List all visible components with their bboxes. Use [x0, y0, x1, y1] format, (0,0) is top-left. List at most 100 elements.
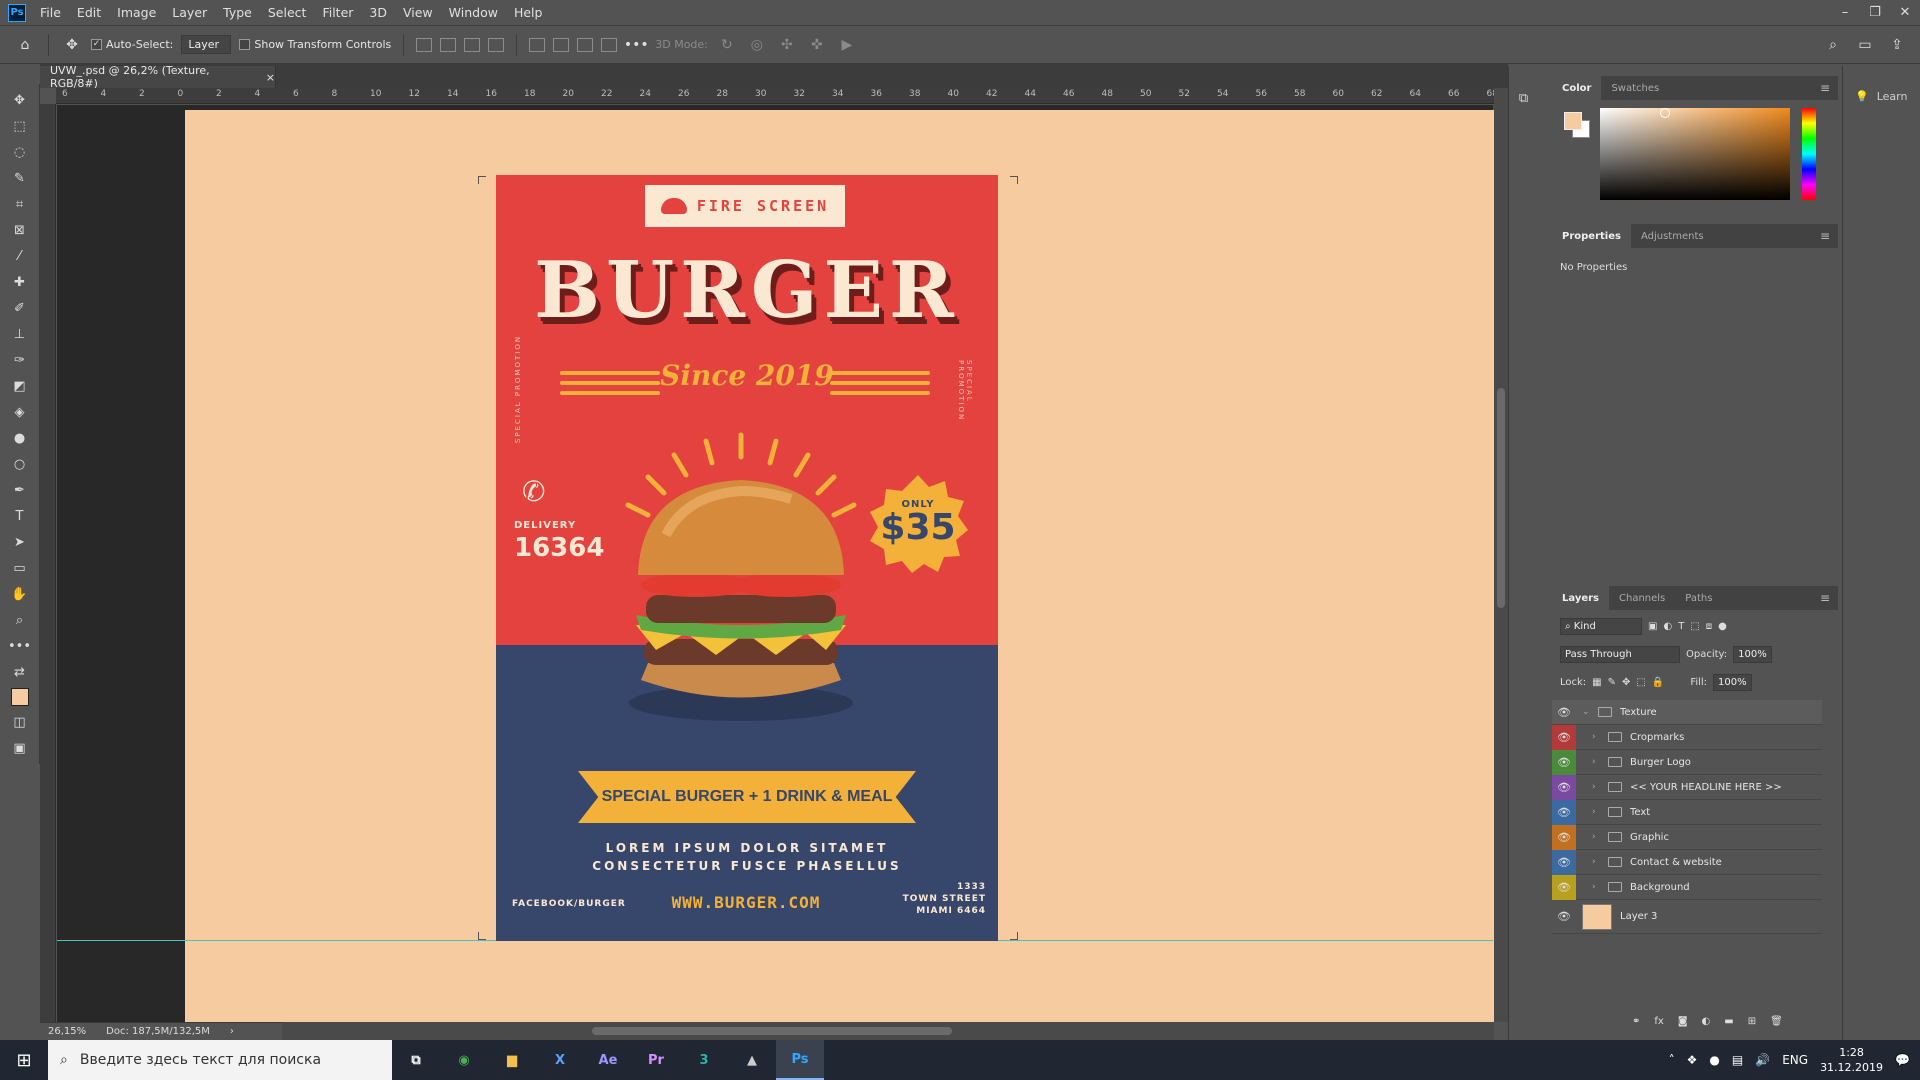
- healing-tool-icon[interactable]: ✚: [8, 272, 32, 292]
- visibility-eye-icon[interactable]: 👁: [1552, 849, 1576, 875]
- restore-button[interactable]: ❐: [1860, 5, 1890, 20]
- close-tab-icon[interactable]: ×: [266, 71, 275, 84]
- brush-tool-icon[interactable]: ✐: [8, 298, 32, 318]
- minimize-button[interactable]: –: [1830, 5, 1860, 20]
- lock-transparent-icon[interactable]: ▦: [1592, 677, 1601, 688]
- menu-image[interactable]: Image: [109, 5, 164, 20]
- workspace-icon[interactable]: ▭: [1854, 34, 1876, 56]
- align-top-icon[interactable]: [529, 37, 546, 52]
- new-layer-icon[interactable]: ⊞: [1748, 1016, 1756, 1027]
- eraser-tool-icon[interactable]: ◩: [8, 376, 32, 396]
- chevron-right-icon[interactable]: ›: [1592, 882, 1602, 892]
- lock-artboard-icon[interactable]: ⬚: [1636, 677, 1645, 688]
- filter-toggle-icon[interactable]: ●: [1718, 621, 1727, 632]
- visibility-eye-icon[interactable]: 👁: [1552, 904, 1576, 929]
- lock-all-icon[interactable]: 🔒: [1652, 677, 1664, 688]
- align-middle-icon[interactable]: [553, 37, 570, 52]
- dropbox-icon[interactable]: ❖: [1687, 1053, 1698, 1067]
- tab-layers[interactable]: Layers: [1552, 586, 1609, 610]
- xd-app-icon[interactable]: X: [536, 1040, 584, 1080]
- tab-paths[interactable]: Paths: [1675, 586, 1722, 610]
- notifications-icon[interactable]: 💬: [1895, 1053, 1910, 1067]
- close-button[interactable]: ✕: [1890, 5, 1920, 20]
- learn-button[interactable]: 💡 Learn: [1843, 66, 1920, 103]
- vertical-scrollbar[interactable]: [1494, 88, 1508, 1022]
- menu-window[interactable]: Window: [441, 5, 506, 20]
- lock-pixels-icon[interactable]: ✎: [1608, 677, 1616, 688]
- quick-mask-icon[interactable]: ◫: [8, 712, 32, 732]
- align-right-icon[interactable]: [464, 37, 481, 52]
- visibility-eye-icon[interactable]: 👁: [1552, 874, 1576, 900]
- align-center-icon[interactable]: [440, 37, 457, 52]
- path-select-tool-icon[interactable]: ➤: [8, 532, 32, 552]
- horizontal-scrollbar[interactable]: [282, 1022, 1494, 1040]
- swap-colors-icon[interactable]: ⇄: [8, 662, 32, 682]
- 3d-camera-icon[interactable]: ▶: [836, 34, 858, 56]
- zoom-tool-icon[interactable]: ⌕: [8, 610, 32, 630]
- color-picker-cursor[interactable]: [1660, 108, 1670, 118]
- lasso-tool-icon[interactable]: ◌: [8, 142, 32, 162]
- menu-filter[interactable]: Filter: [314, 5, 361, 20]
- visibility-eye-icon[interactable]: 👁: [1552, 749, 1576, 775]
- menu-view[interactable]: View: [395, 5, 441, 20]
- layer-row-texture[interactable]: 👁 ⌄ Texture: [1552, 700, 1822, 725]
- poster[interactable]: FIRE SCREEN BURGER Since 2019 SPECIAL PR…: [496, 175, 998, 941]
- premiere-icon[interactable]: Pr: [632, 1040, 680, 1080]
- language-indicator[interactable]: ENG: [1782, 1053, 1808, 1067]
- 3d-orbit-icon[interactable]: ↻: [716, 34, 738, 56]
- fill-value[interactable]: 100%: [1713, 674, 1752, 691]
- tab-channels[interactable]: Channels: [1609, 586, 1675, 610]
- menu-select[interactable]: Select: [260, 5, 315, 20]
- layer-row-graphic[interactable]: 👁 › Graphic: [1552, 824, 1822, 850]
- layer-row-headline[interactable]: 👁 › << YOUR HEADLINE HERE >>: [1552, 774, 1822, 800]
- delete-layer-icon[interactable]: 🗑: [1770, 1016, 1783, 1027]
- 3d-pan-icon[interactable]: ✣: [776, 34, 798, 56]
- clock[interactable]: 1:28 31.12.2019: [1820, 1045, 1883, 1075]
- dodge-tool-icon[interactable]: ○: [8, 454, 32, 474]
- filter-pixel-icon[interactable]: ▣: [1648, 621, 1657, 632]
- filter-adjustment-icon[interactable]: ◐: [1663, 621, 1672, 632]
- chevron-down-icon[interactable]: ⌄: [1582, 707, 1592, 717]
- chevron-right-icon[interactable]: ›: [1592, 857, 1602, 867]
- new-group-icon[interactable]: ▬: [1724, 1016, 1733, 1027]
- quick-select-tool-icon[interactable]: ✎: [8, 168, 32, 188]
- panel-menu-icon[interactable]: ≡: [1820, 229, 1830, 243]
- layer-row-contact[interactable]: 👁 › Contact & website: [1552, 849, 1822, 875]
- visibility-eye-icon[interactable]: 👁: [1552, 700, 1576, 725]
- 3d-slide-icon[interactable]: ✜: [806, 34, 828, 56]
- lock-position-icon[interactable]: ✥: [1622, 677, 1630, 688]
- chevron-right-icon[interactable]: ›: [1592, 832, 1602, 842]
- app-tray-icon[interactable]: ●: [1709, 1053, 1719, 1067]
- blend-mode-dropdown[interactable]: Pass Through: [1560, 646, 1680, 663]
- link-layers-icon[interactable]: ⚭: [1632, 1016, 1640, 1027]
- panel-menu-icon[interactable]: ≡: [1820, 81, 1830, 95]
- opacity-value[interactable]: 100%: [1733, 646, 1772, 663]
- filter-smart-object-icon[interactable]: ⧈: [1706, 621, 1712, 632]
- search-icon[interactable]: ⌕: [1822, 34, 1844, 56]
- after-effects-icon[interactable]: Ae: [584, 1040, 632, 1080]
- align-bottom-icon[interactable]: [577, 37, 594, 52]
- auto-select-dropdown[interactable]: Layer: [181, 35, 232, 54]
- layer-row-text[interactable]: 👁 › Text: [1552, 799, 1822, 825]
- adjustment-layer-icon[interactable]: ◐: [1702, 1016, 1711, 1027]
- blur-tool-icon[interactable]: ●: [8, 428, 32, 448]
- home-icon[interactable]: ⌂: [14, 34, 36, 56]
- layer-row-background[interactable]: 👁 › Background: [1552, 874, 1822, 900]
- pen-tool-icon[interactable]: ✒: [8, 480, 32, 500]
- fx-icon[interactable]: fx: [1654, 1016, 1663, 1027]
- tab-swatches[interactable]: Swatches: [1601, 76, 1669, 100]
- volume-icon[interactable]: 🔊: [1755, 1053, 1770, 1067]
- visibility-eye-icon[interactable]: 👁: [1552, 824, 1576, 850]
- add-mask-icon[interactable]: ◙: [1678, 1016, 1688, 1027]
- layer-row-cropmarks[interactable]: 👁 › Cropmarks: [1552, 724, 1822, 750]
- chrome-icon[interactable]: ◉: [440, 1040, 488, 1080]
- foreground-color-swatch[interactable]: [1564, 112, 1582, 130]
- filter-type-icon[interactable]: T: [1678, 621, 1684, 632]
- marquee-tool-icon[interactable]: ⬚: [8, 116, 32, 136]
- layer-filter-dropdown[interactable]: ⌕ Kind: [1560, 618, 1642, 635]
- menu-file[interactable]: File: [32, 5, 69, 20]
- hand-tool-icon[interactable]: ✋: [8, 584, 32, 604]
- stamp-tool-icon[interactable]: ⊥: [8, 324, 32, 344]
- frame-tool-icon[interactable]: ⊠: [8, 220, 32, 240]
- photos-icon[interactable]: ▲: [728, 1040, 776, 1080]
